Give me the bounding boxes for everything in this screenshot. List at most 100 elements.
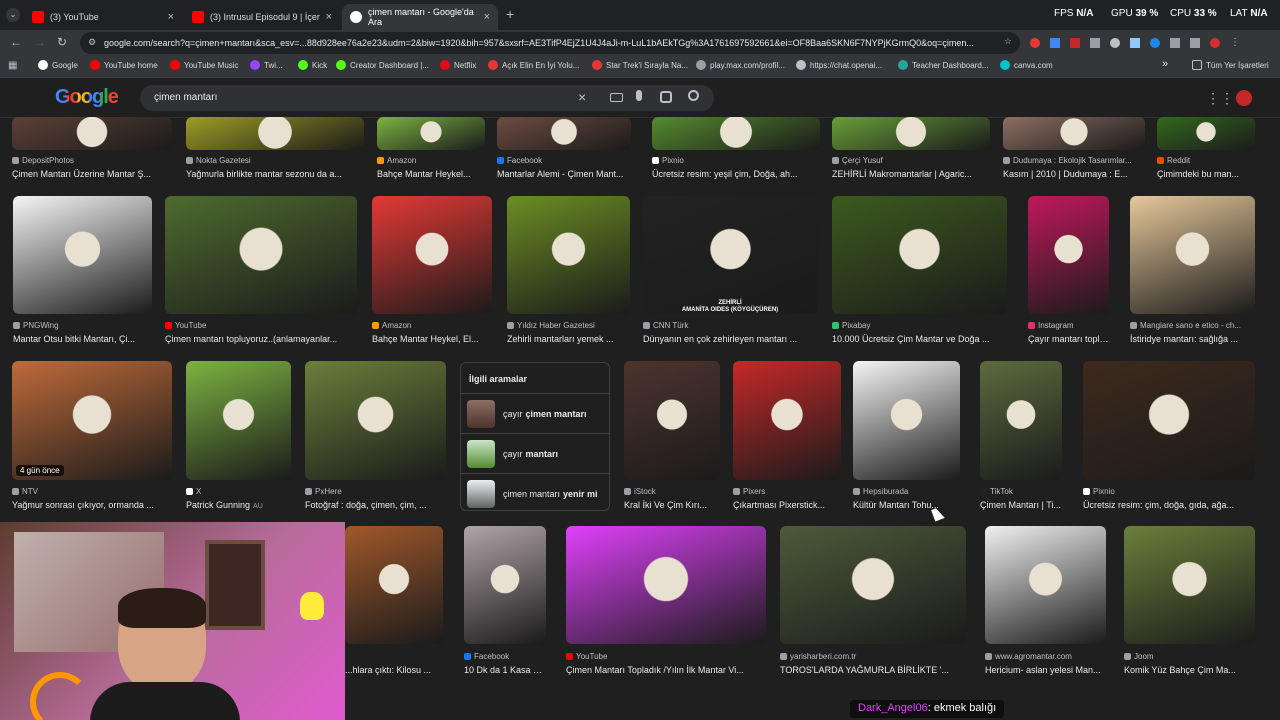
extension-icon[interactable] bbox=[1070, 38, 1080, 48]
bookmark-item[interactable]: https://chat.openai... bbox=[796, 60, 882, 70]
tab-youtube[interactable]: (3) YouTube × bbox=[24, 4, 182, 30]
bookmark-item[interactable]: Twi... bbox=[250, 60, 283, 70]
bookmark-item[interactable]: Teacher Dashboard... bbox=[898, 60, 989, 70]
search-input[interactable]: çimen mantarı bbox=[154, 92, 217, 103]
result-title[interactable]: İstiridye mantarı: sağlığa ... bbox=[1130, 334, 1255, 344]
extension-icon[interactable] bbox=[1130, 38, 1140, 48]
result-title[interactable]: Mantar Otsu bitki Mantarı, Çi... bbox=[13, 334, 152, 344]
result-source[interactable]: iStock bbox=[624, 487, 720, 496]
result-title[interactable]: ...hlara çıktı: Kilosu ... bbox=[345, 665, 443, 675]
result-source[interactable]: Mangiare sano e etico - ch... bbox=[1130, 321, 1255, 330]
result-title[interactable]: Patrick Gunning AU bbox=[186, 500, 291, 510]
tab-youtube-episode[interactable]: (3) Intrusul Episodul 9 | İçerde - × bbox=[184, 4, 340, 30]
result-title[interactable]: Çimen Mantarı Üzerine Mantar Ş... bbox=[12, 169, 172, 179]
result-thumbnail[interactable] bbox=[980, 361, 1062, 480]
apps-grid-icon[interactable]: ⋮⋮ bbox=[1206, 90, 1234, 107]
extension-icon[interactable] bbox=[1110, 38, 1120, 48]
result-thumbnail[interactable] bbox=[1083, 361, 1255, 480]
google-logo[interactable]: Google bbox=[55, 86, 119, 109]
result-thumbnail[interactable] bbox=[652, 117, 820, 150]
result-source[interactable]: PxHere bbox=[305, 487, 446, 496]
result-title[interactable]: Çayır mantarı topla... bbox=[1028, 334, 1109, 344]
back-icon[interactable]: ← bbox=[10, 35, 22, 49]
result-thumbnail[interactable] bbox=[1003, 117, 1145, 150]
clear-icon[interactable]: × bbox=[578, 89, 586, 105]
result-thumbnail[interactable] bbox=[733, 361, 841, 480]
bookmark-star-icon[interactable]: ☆ bbox=[1004, 36, 1012, 47]
extensions-puzzle-icon[interactable] bbox=[1170, 38, 1180, 48]
result-title[interactable]: Kültür Mantarı Tohu... bbox=[853, 500, 960, 510]
bookmark-item[interactable]: Google bbox=[38, 60, 78, 70]
bookmark-item[interactable]: Star Trek'i Sırayla Na... bbox=[592, 60, 688, 70]
result-source[interactable]: YouTube bbox=[165, 321, 357, 330]
result-thumbnail[interactable] bbox=[643, 196, 818, 314]
new-tab-button[interactable]: + bbox=[506, 6, 514, 22]
result-thumbnail[interactable] bbox=[832, 117, 990, 150]
result-source[interactable]: Amazon bbox=[377, 156, 485, 165]
result-thumbnail[interactable] bbox=[186, 117, 364, 150]
related-search-item[interactable]: çimen mantarı yenir mi bbox=[461, 473, 609, 513]
result-thumbnail[interactable] bbox=[186, 361, 291, 480]
result-title[interactable]: Çimimdeki bu man... bbox=[1157, 169, 1255, 179]
result-thumbnail[interactable] bbox=[1157, 117, 1255, 150]
result-source[interactable]: YouTube bbox=[566, 652, 766, 661]
result-thumbnail[interactable] bbox=[1130, 196, 1255, 314]
result-thumbnail[interactable] bbox=[507, 196, 630, 314]
result-source[interactable]: Pixnio bbox=[1083, 487, 1255, 496]
result-source[interactable]: Hepsiburada bbox=[853, 487, 960, 496]
result-source[interactable]: PNGWing bbox=[13, 321, 152, 330]
result-title[interactable]: Kasım | 2010 | Dudumaya : E... bbox=[1003, 169, 1145, 179]
bookmark-item[interactable]: Creator Dashboard |... bbox=[336, 60, 429, 70]
result-title[interactable]: Hericium- aslan yelesi Man... bbox=[985, 665, 1106, 675]
menu-kebab-icon[interactable]: ⋮ bbox=[1230, 38, 1240, 50]
forward-icon[interactable]: → bbox=[34, 35, 46, 49]
result-title[interactable]: Bahçe Mantar Heykel, El... bbox=[372, 334, 492, 344]
reload-icon[interactable]: ↻ bbox=[57, 35, 67, 49]
result-thumbnail[interactable] bbox=[12, 117, 172, 150]
result-title[interactable]: Dünyanın en çok zehirleyen mantarı ... bbox=[643, 334, 818, 344]
result-thumbnail[interactable] bbox=[832, 196, 1007, 314]
lens-icon[interactable] bbox=[660, 91, 672, 103]
extension-icon[interactable] bbox=[1090, 38, 1100, 48]
result-source[interactable]: Facebook bbox=[464, 652, 546, 661]
result-source[interactable]: Reddit bbox=[1157, 156, 1255, 165]
result-thumbnail[interactable] bbox=[372, 196, 492, 314]
result-source[interactable]: Amazon bbox=[372, 321, 492, 330]
result-source[interactable]: Facebook bbox=[497, 156, 631, 165]
bookmark-item[interactable]: Kick bbox=[298, 60, 327, 70]
search-icon[interactable] bbox=[688, 90, 699, 101]
result-title[interactable]: Ücretsiz resim: yeşil çim, Doğa, ah... bbox=[652, 169, 820, 179]
result-source[interactable]: Dudumaya : Ekolojik Tasarımlar... bbox=[1003, 156, 1145, 165]
result-title[interactable]: Fotoğraf : doğa, çimen, çim, ... bbox=[305, 500, 446, 510]
result-title[interactable]: Bahçe Mantar Heykel... bbox=[377, 169, 485, 179]
result-thumbnail[interactable] bbox=[464, 526, 546, 644]
result-thumbnail[interactable] bbox=[1028, 196, 1109, 314]
result-thumbnail[interactable] bbox=[780, 526, 966, 644]
result-source[interactable]: Pixers bbox=[733, 487, 841, 496]
related-search-item[interactable]: çayır çimen mantarı bbox=[461, 393, 609, 433]
search-box[interactable]: çimen mantarı × bbox=[140, 85, 714, 111]
result-source[interactable]: NTV bbox=[12, 487, 172, 496]
extension-icon[interactable] bbox=[1150, 38, 1160, 48]
result-source[interactable]: Pixabay bbox=[832, 321, 1007, 330]
result-title[interactable]: Mantarlar Alemi - Çimen Mant... bbox=[497, 169, 631, 179]
reading-list-icon[interactable] bbox=[1190, 38, 1200, 48]
result-source[interactable]: X bbox=[186, 487, 291, 496]
result-title[interactable]: Çimen Mantarı Topladık /Yılın İlk Mantar… bbox=[566, 665, 766, 675]
profile-avatar[interactable] bbox=[1210, 38, 1220, 48]
result-title[interactable]: Çimen mantarı topluyoruz..(anlamayanlar.… bbox=[165, 334, 357, 344]
bookmarks-overflow[interactable]: » bbox=[1162, 58, 1168, 70]
result-title[interactable]: 10.000 Ücretsiz Çim Mantar ve Doğa ... bbox=[832, 334, 1007, 344]
result-title[interactable]: Komik Yüz Bahçe Çim Ma... bbox=[1124, 665, 1255, 675]
result-thumbnail[interactable] bbox=[165, 196, 357, 314]
keyboard-icon[interactable] bbox=[610, 93, 623, 102]
result-source[interactable]: www.agromantar.com bbox=[985, 652, 1106, 661]
bookmark-item[interactable]: play.max.com/profil... bbox=[696, 60, 785, 70]
address-bar[interactable]: ⚙ google.com/search?q=çimen+mantarı&sca_… bbox=[80, 32, 1020, 54]
result-thumbnail[interactable] bbox=[624, 361, 720, 480]
apps-grid-icon[interactable]: ▦ bbox=[8, 60, 17, 71]
result-thumbnail[interactable] bbox=[12, 361, 172, 480]
result-source[interactable]: Yıldız Haber Gazetesi bbox=[507, 321, 630, 330]
bookmark-item[interactable]: YouTube home bbox=[90, 60, 158, 70]
result-title[interactable]: Yağmurla birlikte mantar sezonu da a... bbox=[186, 169, 364, 179]
